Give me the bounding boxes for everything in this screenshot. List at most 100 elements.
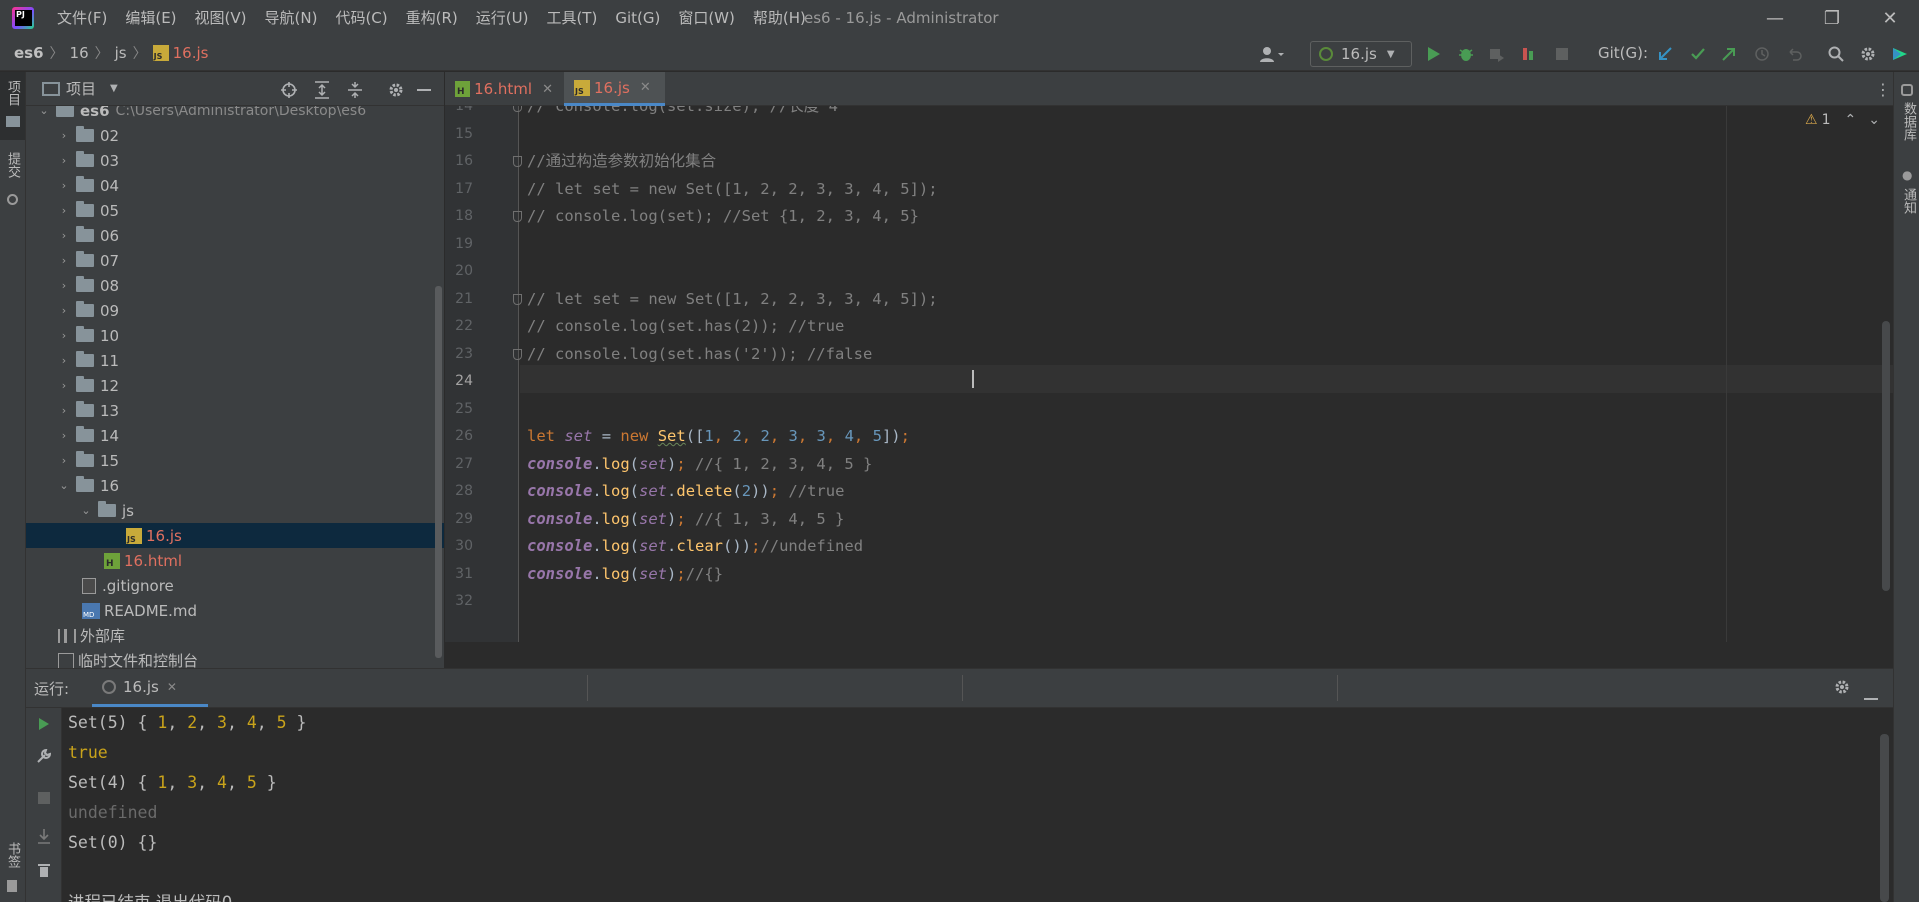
rerun-icon[interactable]	[34, 714, 54, 734]
project-panel-title[interactable]: 项目	[66, 78, 96, 99]
tree-folder-label: 14	[100, 426, 120, 445]
code-editor[interactable]: 14 // console.log(set.size); //长度 4 15 16 //…	[445, 106, 1893, 668]
tree-folder[interactable]: › 15	[26, 448, 444, 473]
history-icon[interactable]	[1752, 44, 1772, 64]
tree-folder[interactable]: › 03	[26, 148, 444, 173]
menu-view[interactable]: 视图(V)	[186, 0, 256, 36]
notifications-tool-tab[interactable]: ● 通知	[1894, 164, 1919, 234]
close-icon[interactable]: ✕	[640, 80, 651, 95]
tree-folder[interactable]: › 05	[26, 198, 444, 223]
git-push-icon[interactable]	[1719, 44, 1739, 64]
tree-folder[interactable]: › 10	[26, 323, 444, 348]
fold-marker-icon[interactable]	[513, 156, 522, 167]
tree-folder[interactable]: › 08	[26, 273, 444, 298]
chevron-up-icon[interactable]: ⌃	[1844, 112, 1856, 128]
gear-icon[interactable]	[1834, 679, 1850, 699]
trash-icon[interactable]	[34, 860, 54, 880]
run-tab[interactable]: 16.js ✕	[92, 669, 208, 707]
tree-folder[interactable]: › 07	[26, 248, 444, 273]
user-icon[interactable]	[1254, 44, 1290, 64]
fold-marker-icon[interactable]	[513, 211, 522, 222]
editor-scrollbar[interactable]	[1882, 321, 1890, 591]
stop-icon[interactable]	[1552, 44, 1572, 64]
more-options-icon[interactable]: ⋮	[1875, 80, 1891, 99]
breadcrumb-16[interactable]: 16	[70, 44, 89, 62]
rollback-icon[interactable]	[1785, 44, 1805, 64]
git-update-icon[interactable]	[1655, 44, 1675, 64]
tree-file-js[interactable]: 16.js	[26, 523, 444, 548]
tree-folder[interactable]: › 13	[26, 398, 444, 423]
profile-icon[interactable]	[1519, 44, 1539, 64]
tree-scratches[interactable]: 临时文件和控制台	[26, 648, 444, 668]
app-logo-icon[interactable]	[12, 7, 34, 29]
tree-external-libraries[interactable]: 外部库	[26, 623, 444, 648]
bookmarks-tool-tab[interactable]: 书签	[0, 842, 25, 902]
project-tree-scrollbar[interactable]	[435, 286, 442, 658]
tree-folder[interactable]: › 09	[26, 298, 444, 323]
nodejs-icon	[102, 679, 116, 694]
gear-icon[interactable]	[386, 80, 406, 100]
tree-folder-js[interactable]: ⌄ js	[26, 498, 444, 523]
tree-folder[interactable]: › 04	[26, 173, 444, 198]
tree-root[interactable]: ⌄ es6 C:\Users\Administrator\Desktop\es6	[26, 106, 444, 123]
run-configuration-select[interactable]: 16.js ▼	[1310, 41, 1412, 67]
tree-folder[interactable]: › 02	[26, 123, 444, 148]
tree-folder-16[interactable]: ⌄ 16	[26, 473, 444, 498]
settings-icon[interactable]	[1858, 44, 1878, 64]
fold-marker-icon[interactable]	[513, 348, 522, 360]
tree-folder[interactable]: › 12	[26, 373, 444, 398]
tree-folder[interactable]: › 06	[26, 223, 444, 248]
menu-tools[interactable]: 工具(T)	[537, 0, 606, 36]
search-icon[interactable]	[1826, 44, 1846, 64]
chevron-down-icon[interactable]: ▼	[110, 83, 118, 94]
collapse-icon[interactable]	[345, 80, 365, 100]
minimize-icon[interactable]	[1864, 686, 1878, 705]
close-icon[interactable]: ✕	[167, 680, 177, 694]
menu-refactor[interactable]: 重构(R)	[397, 0, 467, 36]
menu-git[interactable]: Git(G)	[606, 0, 669, 36]
menu-file[interactable]: 文件(F)	[48, 0, 116, 36]
tree-folder[interactable]: › 14	[26, 423, 444, 448]
menu-navigate[interactable]: 导航(N)	[256, 0, 327, 36]
project-tool-tab[interactable]: 项目	[0, 72, 25, 140]
console-scrollbar[interactable]	[1880, 734, 1889, 902]
fold-marker-icon[interactable]	[513, 106, 522, 112]
database-tool-tab[interactable]: 数据库	[1894, 72, 1919, 142]
commit-icon	[7, 194, 18, 205]
close-button[interactable]: ✕	[1862, 0, 1918, 36]
menu-code[interactable]: 代码(C)	[326, 0, 396, 36]
run-console[interactable]: Set(5) { 1, 2, 3, 4, 5 } true Set(4) { 1, …	[26, 708, 1893, 902]
tree-file-gitignore[interactable]: .gitignore	[26, 573, 444, 598]
close-icon[interactable]: ✕	[542, 82, 553, 97]
minimize-button[interactable]: —	[1747, 0, 1803, 36]
wrench-icon[interactable]	[34, 746, 54, 766]
breadcrumb-file[interactable]: 16.js	[173, 44, 209, 62]
restore-button[interactable]: ❐	[1804, 0, 1860, 36]
locate-icon[interactable]	[279, 80, 299, 100]
coverage-icon[interactable]	[1487, 44, 1507, 64]
chevron-down-icon[interactable]: ⌄	[1868, 112, 1880, 128]
tree-file-readme[interactable]: README.md	[26, 598, 444, 623]
git-commit-icon[interactable]	[1688, 44, 1708, 64]
chevron-right-icon: ›	[61, 454, 67, 467]
menu-window[interactable]: 窗口(W)	[669, 0, 744, 36]
breadcrumb-es6[interactable]: es6	[14, 44, 44, 62]
tree-file-html[interactable]: 16.html	[26, 548, 444, 573]
line-number: 19	[455, 235, 473, 252]
tab-16-html[interactable]: 16.html ✕	[445, 72, 563, 106]
menu-edit[interactable]: 编辑(E)	[116, 0, 185, 36]
tab-16-js[interactable]: 16.js ✕	[564, 72, 665, 106]
minimize-icon[interactable]	[414, 80, 434, 100]
scroll-to-end-icon[interactable]	[34, 826, 54, 846]
commit-tool-tab[interactable]: 提交	[0, 152, 25, 232]
run-icon[interactable]	[1424, 44, 1444, 64]
inspection-widget[interactable]: ⚠ 1 ⌃ ⌄	[1805, 112, 1880, 128]
tree-folder[interactable]: › 11	[26, 348, 444, 373]
jetbrains-toolbox-icon[interactable]	[1890, 44, 1910, 64]
breadcrumb-js[interactable]: js	[115, 44, 127, 62]
expand-icon[interactable]	[312, 80, 332, 100]
stop-icon[interactable]	[34, 788, 54, 808]
menu-run[interactable]: 运行(U)	[467, 0, 538, 36]
debug-icon[interactable]	[1456, 44, 1476, 64]
fold-marker-icon[interactable]	[513, 293, 522, 305]
